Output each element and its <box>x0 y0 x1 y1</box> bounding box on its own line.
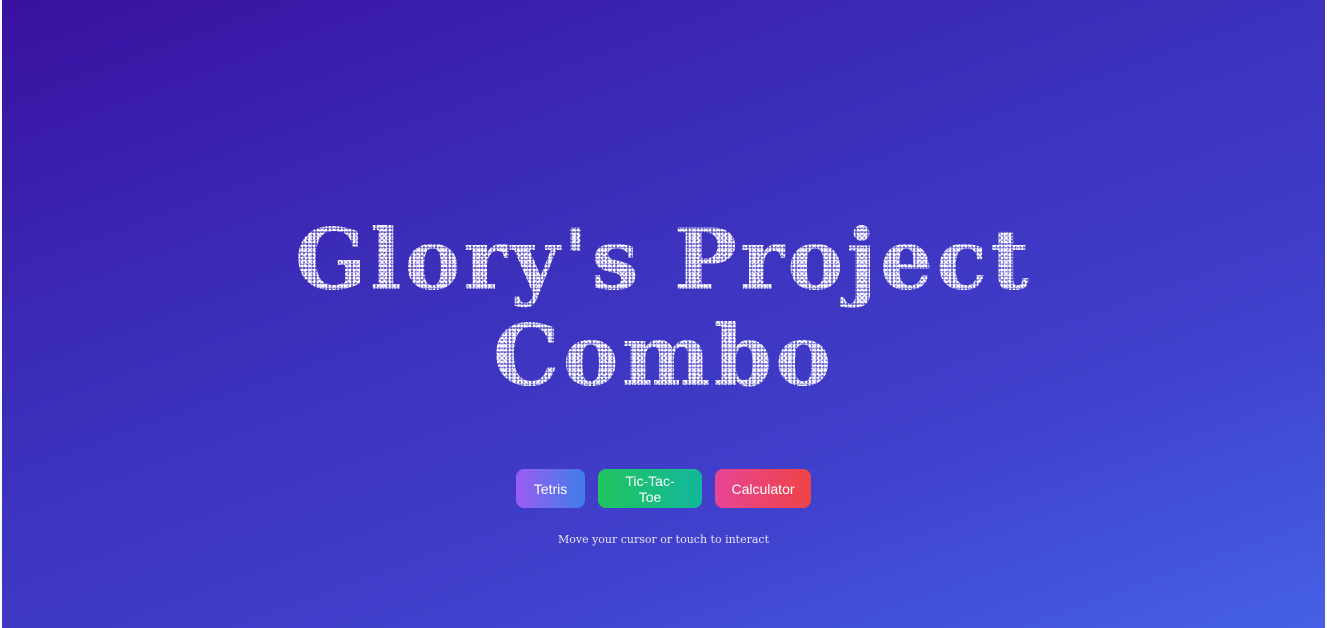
hero-title-line-1: Glory's Project <box>294 210 1033 309</box>
calculator-button[interactable]: Calculator <box>715 469 811 508</box>
interaction-hint: Move your cursor or touch to interact <box>557 533 770 546</box>
landing-page: Glory's Project Combo Tetris Tic-Tac-Toe… <box>0 0 1327 628</box>
hero-title: Glory's Project Combo <box>0 212 1327 404</box>
project-buttons: Tetris Tic-Tac-Toe Calculator <box>0 469 1327 508</box>
tetris-button[interactable]: Tetris <box>516 469 585 508</box>
tic-tac-toe-button[interactable]: Tic-Tac-Toe <box>598 469 702 508</box>
hero-title-line-2: Combo <box>492 306 835 405</box>
